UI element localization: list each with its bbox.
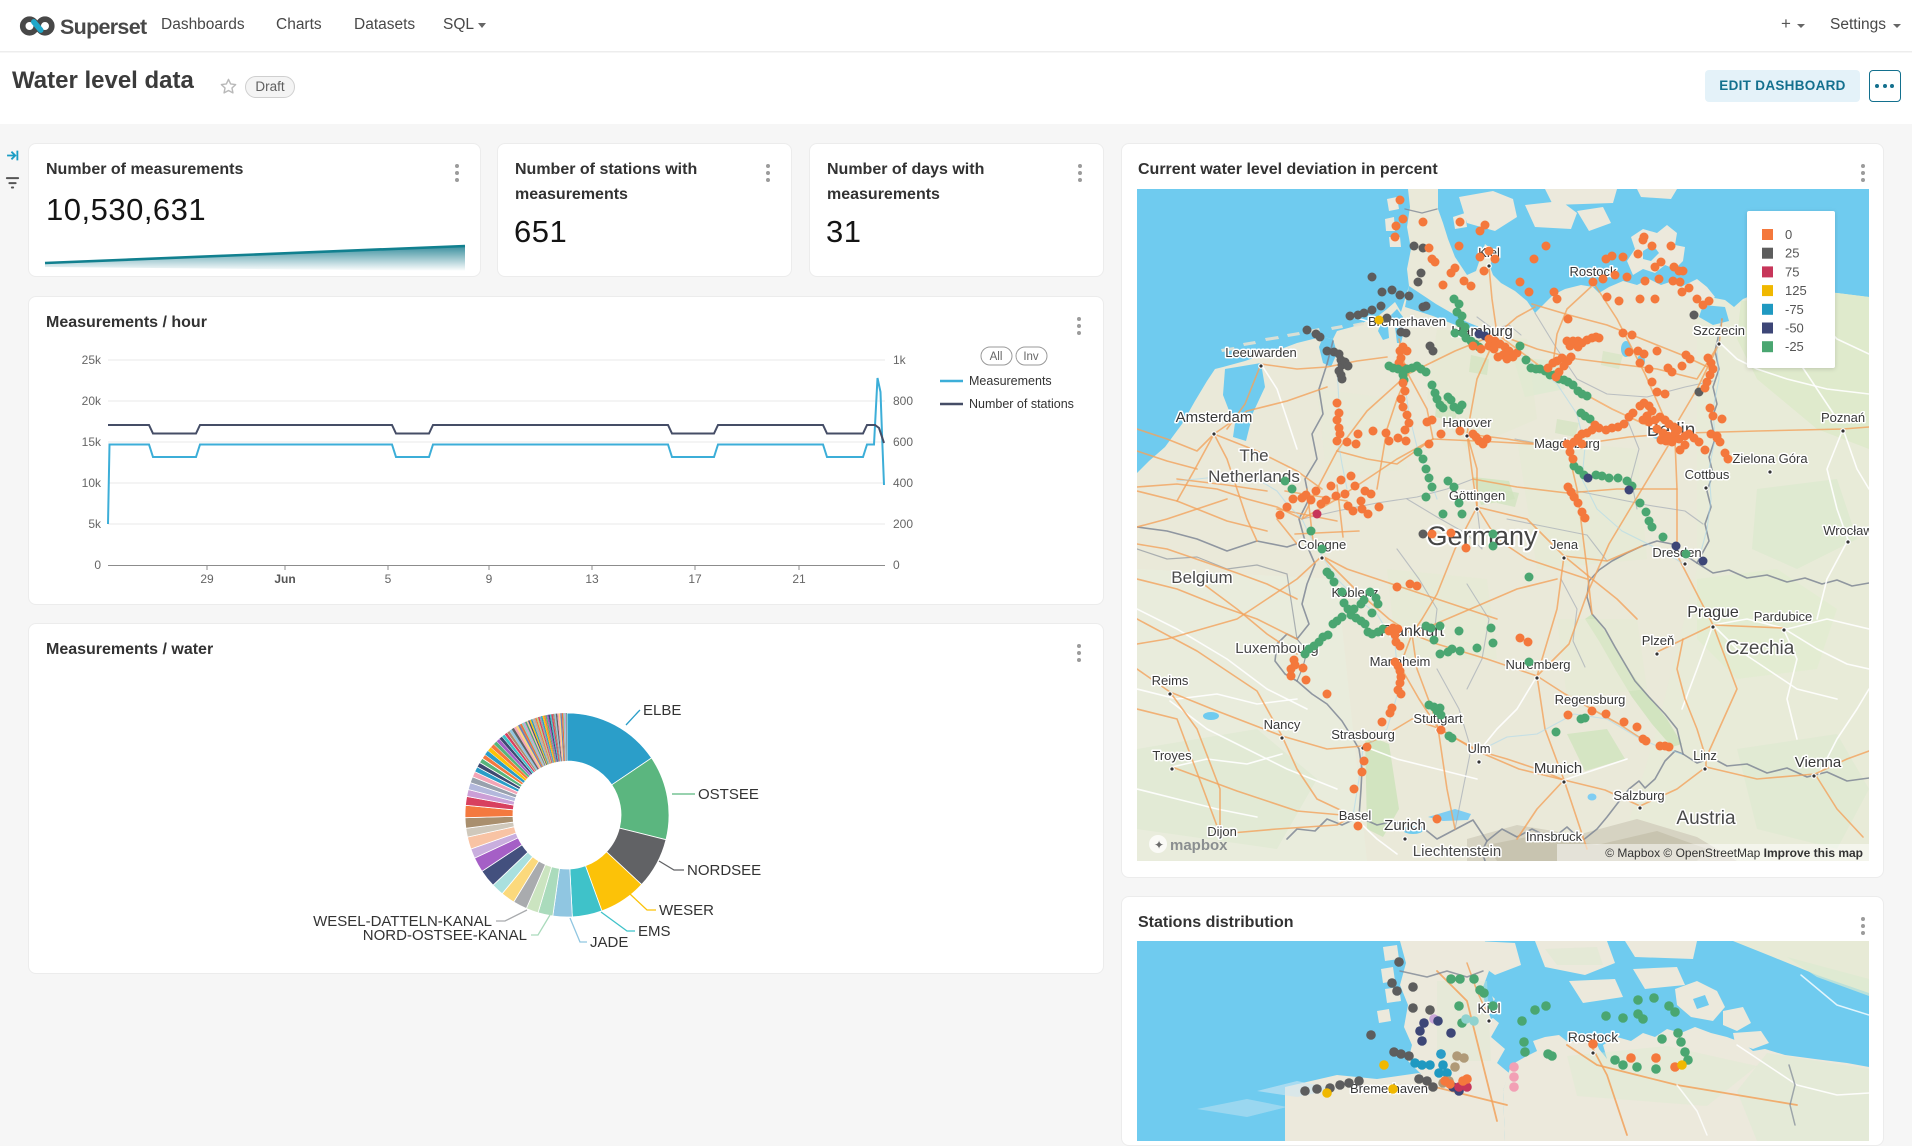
- svg-text:Wrocław: Wrocław: [1823, 523, 1869, 538]
- svg-text:ELBE: ELBE: [643, 702, 681, 719]
- svg-text:5: 5: [385, 572, 392, 586]
- svg-text:✦: ✦: [1154, 838, 1164, 852]
- svg-text:21: 21: [792, 572, 806, 586]
- svg-text:WESER: WESER: [659, 902, 714, 919]
- svg-text:Measurements: Measurements: [969, 374, 1052, 388]
- svg-text:Leeuwarden: Leeuwarden: [1225, 345, 1297, 360]
- svg-text:125: 125: [1785, 283, 1807, 298]
- svg-text:Nancy: Nancy: [1264, 717, 1301, 732]
- svg-text:Austria: Austria: [1676, 808, 1736, 829]
- svg-text:mapbox: mapbox: [1170, 837, 1228, 854]
- svg-text:Prague: Prague: [1687, 604, 1739, 621]
- svg-text:9: 9: [486, 572, 493, 586]
- svg-text:Hanover: Hanover: [1442, 415, 1492, 430]
- svg-text:Regensburg: Regensburg: [1555, 692, 1626, 707]
- svg-text:Cottbus: Cottbus: [1685, 467, 1730, 482]
- svg-text:17: 17: [688, 572, 702, 586]
- svg-text:NORDSEE: NORDSEE: [687, 862, 761, 879]
- svg-text:Number of stations: Number of stations: [969, 397, 1074, 411]
- svg-text:Munich: Munich: [1534, 760, 1582, 777]
- svg-text:Rostock: Rostock: [1570, 264, 1617, 279]
- svg-text:© Mapbox © OpenStreetMap Impro: © Mapbox © OpenStreetMap Improve this ma…: [1605, 846, 1863, 860]
- svg-text:13: 13: [585, 572, 599, 586]
- svg-text:0: 0: [893, 558, 900, 572]
- svg-text:200: 200: [893, 517, 913, 531]
- svg-text:Superset: Superset: [60, 15, 147, 39]
- svg-text:All: All: [990, 351, 1003, 363]
- svg-text:800: 800: [893, 394, 913, 408]
- svg-text:Zurich: Zurich: [1384, 817, 1426, 834]
- svg-text:0: 0: [1785, 227, 1792, 242]
- svg-text:Innsbruck: Innsbruck: [1526, 829, 1583, 844]
- svg-text:Plzeň: Plzeň: [1642, 633, 1675, 648]
- svg-text:Germany: Germany: [1426, 521, 1538, 551]
- svg-text:Szczecin: Szczecin: [1693, 323, 1745, 338]
- svg-text:10k: 10k: [82, 476, 102, 490]
- svg-text:25: 25: [1785, 246, 1799, 261]
- svg-text:Linz: Linz: [1693, 748, 1717, 763]
- svg-text:Zielona Góra: Zielona Góra: [1732, 451, 1808, 466]
- svg-text:5k: 5k: [88, 517, 102, 531]
- svg-text:Strasbourg: Strasbourg: [1331, 727, 1395, 742]
- svg-text:Pardubice: Pardubice: [1754, 609, 1813, 624]
- svg-text:Vienna: Vienna: [1795, 754, 1842, 771]
- svg-text:Nuremberg: Nuremberg: [1505, 657, 1570, 672]
- svg-text:Inv: Inv: [1023, 351, 1039, 363]
- svg-text:75: 75: [1785, 264, 1799, 279]
- svg-text:0: 0: [94, 558, 101, 572]
- svg-text:1k: 1k: [893, 353, 907, 367]
- svg-text:20k: 20k: [82, 394, 102, 408]
- svg-text:600: 600: [893, 435, 913, 449]
- svg-text:Belgium: Belgium: [1171, 568, 1232, 587]
- svg-text:400: 400: [893, 476, 913, 490]
- svg-text:JADE: JADE: [590, 934, 628, 951]
- svg-text:OSTSEE: OSTSEE: [698, 786, 759, 803]
- svg-text:Poznań: Poznań: [1821, 410, 1865, 425]
- svg-text:-25: -25: [1785, 339, 1804, 354]
- svg-text:15k: 15k: [82, 435, 102, 449]
- svg-text:Ulm: Ulm: [1467, 741, 1490, 756]
- svg-text:Jun: Jun: [274, 572, 295, 586]
- svg-text:Jena: Jena: [1550, 537, 1579, 552]
- svg-text:-50: -50: [1785, 321, 1804, 336]
- svg-text:Basel: Basel: [1339, 808, 1372, 823]
- svg-text:Amsterdam: Amsterdam: [1176, 409, 1253, 426]
- svg-text:Salzburg: Salzburg: [1613, 788, 1664, 803]
- svg-text:Troyes: Troyes: [1152, 748, 1192, 763]
- svg-text:WESEL-DATTELN-KANAL: WESEL-DATTELN-KANAL: [313, 913, 492, 930]
- svg-text:EMS: EMS: [638, 923, 671, 940]
- svg-text:The: The: [1239, 446, 1268, 465]
- svg-text:Czechia: Czechia: [1726, 638, 1795, 659]
- svg-text:-75: -75: [1785, 302, 1804, 317]
- svg-text:Liechtenstein: Liechtenstein: [1413, 843, 1501, 860]
- svg-text:Reims: Reims: [1152, 673, 1189, 688]
- svg-text:29: 29: [200, 572, 214, 586]
- svg-text:25k: 25k: [82, 353, 102, 367]
